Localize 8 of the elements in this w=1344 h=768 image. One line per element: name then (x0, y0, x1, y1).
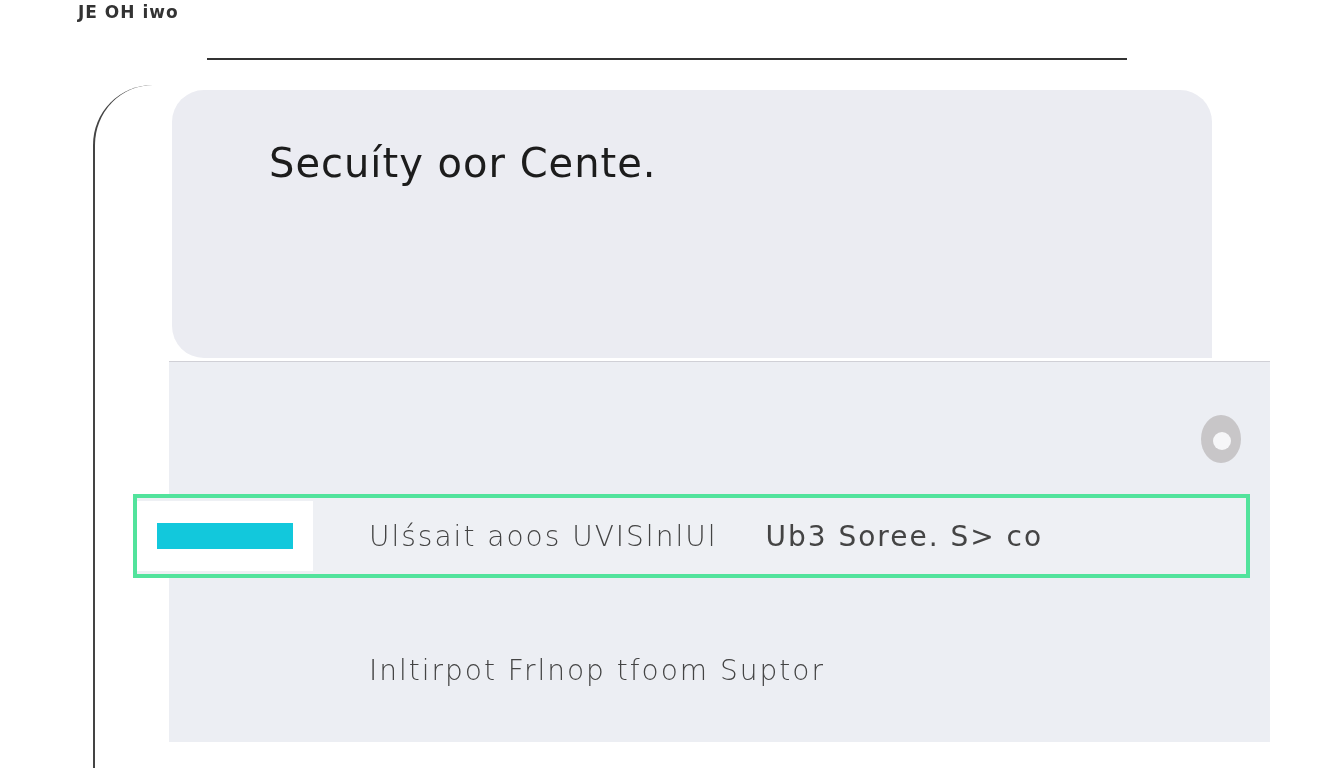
knob-icon[interactable] (1200, 414, 1242, 464)
row-label: Inltirpot Frlnop tfoom Suptor (369, 653, 825, 687)
row-label: Ulśsait aoos UVISlnlUl (369, 519, 718, 553)
row-value: Ub3 Soree. S> co (765, 519, 1044, 553)
page-title: Secuíty oor Cente. (269, 140, 658, 186)
list-row[interactable]: Ulśsait aoos UVISlnlUl Ub3 Soree. S> co (133, 494, 1250, 578)
logo-text: JE OH iwo (78, 2, 180, 24)
list-row[interactable]: Inltirpot Frlnop tfoom Suptor (133, 578, 1250, 758)
